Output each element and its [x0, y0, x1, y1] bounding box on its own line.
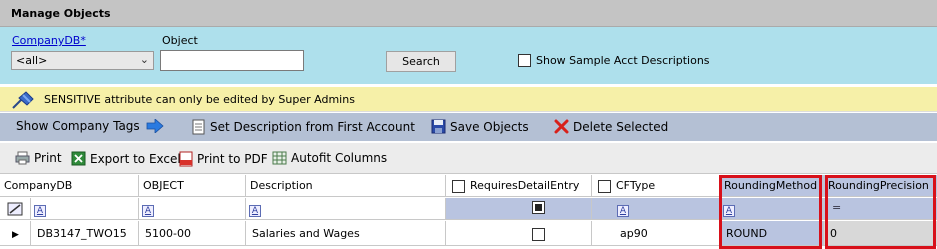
- grid-toolbar: Print Export to Excel Print to PDF Autof…: [0, 143, 937, 174]
- table-icon: [272, 151, 287, 165]
- set-description-label: Set Description from First Account: [210, 120, 415, 134]
- search-button[interactable]: Search: [386, 51, 456, 72]
- filter-cell-requires[interactable]: [446, 198, 592, 220]
- object-input[interactable]: [160, 50, 304, 71]
- delete-selected-button[interactable]: Delete Selected: [554, 119, 668, 134]
- row-selector[interactable]: ▶: [0, 221, 31, 246]
- filter-panel: CompanyDB* Object <all> ⌄ Search Show Sa…: [0, 27, 937, 84]
- printer-icon: [15, 151, 30, 165]
- set-description-button[interactable]: Set Description from First Account: [192, 119, 415, 135]
- window-title: Manage Objects: [11, 7, 111, 20]
- autofit-columns-button[interactable]: Autofit Columns: [272, 151, 387, 165]
- companydb-link[interactable]: CompanyDB*: [12, 34, 86, 47]
- show-company-tags-button[interactable]: Show Company Tags: [16, 119, 168, 133]
- action-bar: Show Company Tags Set Description from F…: [0, 113, 937, 141]
- checkbox-icon: [518, 54, 531, 67]
- text-filter-icon: A: [249, 205, 261, 217]
- save-objects-button[interactable]: Save Objects: [431, 119, 529, 134]
- highlight-rounding-precision: [825, 175, 936, 249]
- print-label: Print: [34, 151, 62, 165]
- print-pdf-label: Print to PDF: [197, 152, 268, 166]
- filter-cell-object[interactable]: A: [139, 198, 246, 220]
- text-filter-icon: A: [34, 205, 46, 217]
- col-header-cftype[interactable]: CFType: [592, 175, 720, 197]
- pdf-icon: [179, 151, 193, 167]
- text-filter-icon: A: [617, 205, 629, 217]
- companydb-select[interactable]: <all> ⌄: [11, 51, 154, 70]
- header-checkbox-icon[interactable]: [598, 179, 611, 193]
- pushpin-icon: [12, 91, 34, 109]
- floppy-disk-icon: [431, 119, 446, 134]
- row-pointer-icon: ▶: [12, 230, 19, 240]
- filter-cell-companydb[interactable]: A: [31, 198, 139, 220]
- show-sample-checkbox[interactable]: Show Sample Acct Descriptions: [518, 54, 710, 67]
- print-pdf-button[interactable]: Print to PDF: [179, 151, 268, 167]
- col-header-object[interactable]: OBJECT: [139, 175, 246, 197]
- autofit-columns-label: Autofit Columns: [291, 151, 388, 165]
- show-sample-label: Show Sample Acct Descriptions: [536, 54, 710, 67]
- clear-filter-icon: [7, 202, 23, 216]
- companydb-select-value: <all>: [16, 54, 48, 67]
- cell-requires[interactable]: [446, 221, 592, 246]
- save-objects-label: Save Objects: [450, 119, 529, 134]
- warning-bar: SENSITIVE attribute can only be edited b…: [0, 87, 937, 112]
- col-header-companydb[interactable]: CompanyDB: [0, 175, 139, 197]
- print-button[interactable]: Print: [15, 151, 62, 165]
- title-bar: Manage Objects: [0, 0, 937, 27]
- cell-cftype[interactable]: ap90: [592, 221, 720, 246]
- chevron-down-icon: ⌄: [139, 53, 149, 66]
- warning-text: SENSITIVE attribute can only be edited b…: [44, 93, 355, 106]
- cell-companydb[interactable]: DB3147_TWO15: [31, 221, 139, 246]
- cell-object[interactable]: 5100-00: [139, 221, 246, 246]
- excel-icon: [71, 151, 86, 166]
- filter-clear-cell[interactable]: [0, 198, 31, 220]
- text-filter-icon: A: [142, 205, 154, 217]
- delete-x-icon: [554, 119, 569, 134]
- indeterminate-checkbox-icon: [532, 201, 545, 214]
- objects-grid: CompanyDB OBJECT Description RequiresDet…: [0, 175, 937, 249]
- document-icon: [192, 119, 205, 135]
- object-label: Object: [162, 34, 198, 47]
- col-header-requires[interactable]: RequiresDetailEntry: [446, 175, 592, 197]
- show-company-tags-label: Show Company Tags: [16, 119, 140, 133]
- export-excel-button[interactable]: Export to Excel: [71, 151, 181, 166]
- highlight-rounding-method: [719, 175, 822, 249]
- cell-description[interactable]: Salaries and Wages: [246, 221, 446, 246]
- checkbox-icon: [532, 227, 545, 241]
- col-header-description[interactable]: Description: [246, 175, 446, 197]
- header-checkbox-icon[interactable]: [452, 179, 465, 193]
- filter-cell-cftype[interactable]: A: [592, 198, 720, 220]
- filter-cell-description[interactable]: A: [246, 198, 446, 220]
- export-excel-label: Export to Excel: [90, 151, 181, 166]
- delete-selected-label: Delete Selected: [573, 119, 669, 134]
- arrow-right-icon: [146, 119, 164, 133]
